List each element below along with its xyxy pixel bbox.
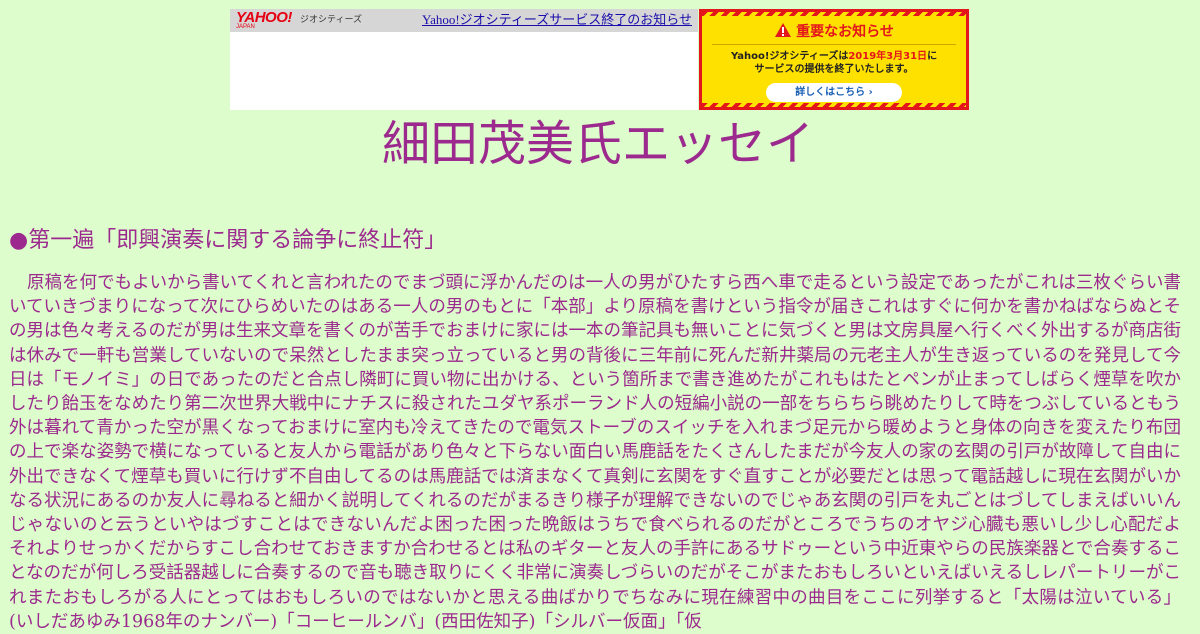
notice-body-pre: Yahoo!ジオシティーズは [730, 51, 849, 62]
notice-title-text: 重要なお知らせ [796, 24, 894, 40]
notice-divider [712, 44, 956, 45]
notice-title: 重要なお知らせ [702, 22, 966, 41]
banner-header-bar: YAHOO! JAPAN ジオシティーズ Yahoo!ジオシティーズサービス終了… [230, 9, 698, 32]
warning-icon [775, 23, 792, 37]
details-button[interactable]: 詳しくはこちら › [766, 83, 902, 102]
yahoo-logo-sub: JAPAN [236, 24, 255, 30]
essay-body: 原稿を何でもよいから書いてくれと言われたのでまづ頭に浮かんだのは一人の男がひたす… [9, 273, 1181, 632]
notice-end-date: 2019年3月31日 [848, 51, 928, 62]
notice-stripe-bottom [702, 103, 966, 107]
notice-body: Yahoo!ジオシティーズは2019年3月31日にサービスの提供を終了いたします… [706, 50, 962, 76]
geocities-label: ジオシティーズ [300, 14, 363, 24]
notice-body-post: に [927, 51, 938, 62]
notice-stripe-top [702, 12, 966, 16]
geocities-banner: YAHOO! JAPAN ジオシティーズ Yahoo!ジオシティーズサービス終了… [230, 9, 969, 110]
banner-ad-area: YAHOO! JAPAN ジオシティーズ Yahoo!ジオシティーズサービス終了… [230, 9, 698, 110]
yahoo-logo[interactable]: YAHOO! [236, 10, 292, 25]
page-title: 細田茂美氏エッセイ [381, 116, 814, 172]
notice-body-line2: サービスの提供を終了いたします。 [754, 64, 914, 75]
essay-heading: ●第一遍「即興演奏に関する論争に終止符」 [9, 228, 447, 253]
important-notice-box[interactable]: 重要なお知らせ Yahoo!ジオシティーズは2019年3月31日にサービスの提供… [699, 9, 969, 110]
service-end-notice-link[interactable]: Yahoo!ジオシティーズサービス終了のお知らせ [422, 12, 692, 28]
